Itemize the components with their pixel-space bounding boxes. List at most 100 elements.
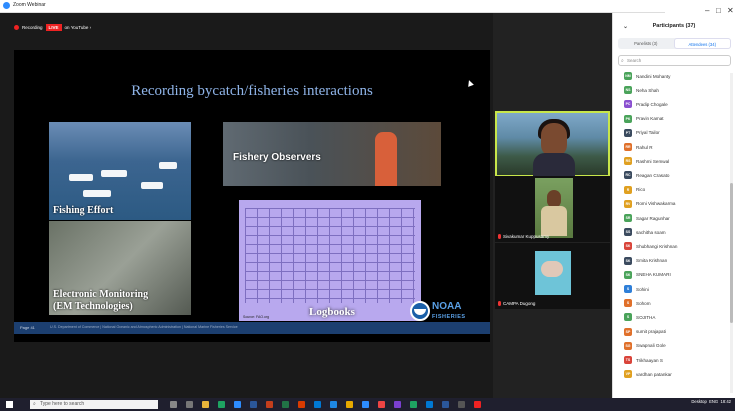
mail-icon[interactable]: [314, 401, 321, 408]
taskbar-search-input[interactable]: ⌕ Type here to search: [30, 400, 158, 409]
acrobat-icon[interactable]: [474, 401, 481, 408]
attendee-avatar: SK: [624, 256, 632, 265]
attendee-name: Rashmi Semwal: [636, 158, 670, 164]
muted-mic-icon: [498, 234, 501, 239]
word-doc-icon[interactable]: [442, 401, 449, 408]
attendee-row[interactable]: S Sohini: [624, 284, 649, 294]
attendee-row[interactable]: SK SNEHA KUMARI: [624, 270, 671, 280]
attendee-avatar: SS: [624, 228, 632, 237]
attendee-avatar: SK: [624, 242, 632, 251]
attendee-row[interactable]: S Sohom: [624, 298, 651, 308]
participant-tabs: Panelists (3) Attendees (34): [618, 38, 731, 49]
attendee-row[interactable]: PK Pravin Kamat: [624, 114, 664, 124]
electronic-monitoring-photo: Electronic Monitoring (EM Technologies): [49, 221, 191, 315]
fishery-observers-photo: Fishery Observers: [223, 122, 441, 186]
powerpoint-icon[interactable]: [266, 401, 273, 408]
attendee-avatar: RC: [624, 171, 632, 180]
tab-attendees[interactable]: Attendees (34): [673, 38, 731, 49]
zoom-taskbar-icon[interactable]: [362, 401, 369, 408]
attendee-row[interactable]: NS Neha Shah: [624, 85, 659, 95]
taskbar-search-placeholder: Type here to search: [40, 401, 85, 407]
attendee-row[interactable]: SR Sagar Ragunhar: [624, 213, 670, 223]
file-explorer-icon[interactable]: [202, 401, 209, 408]
participant-video[interactable]: CAMPA Dugong: [495, 243, 610, 309]
tab-panelists[interactable]: Panelists (3): [618, 38, 674, 49]
attendee-row[interactable]: SP sumit prajapati: [624, 327, 666, 337]
teams-icon[interactable]: [394, 401, 401, 408]
attendee-name: sumit prajapati: [636, 329, 666, 335]
live-platform[interactable]: on YouTube ›: [65, 25, 92, 30]
attendee-name: Pradip Chogale: [636, 101, 668, 107]
attendee-avatar: PT: [624, 128, 632, 137]
slide-footer-text: U.S. Department of Commerce | National O…: [50, 325, 238, 329]
muted-mic-icon: [498, 301, 501, 306]
recording-label: Recording: [22, 25, 43, 30]
tray-time: 18:42: [720, 399, 731, 404]
attendee-avatar: NS: [624, 86, 632, 95]
word-icon[interactable]: [250, 401, 257, 408]
panel-header: ⌄ Participants (37): [613, 23, 735, 35]
attendee-row[interactable]: SG Swapnali Gole: [624, 341, 666, 351]
widget-icon[interactable]: [186, 401, 193, 408]
attendee-name: Rico: [636, 187, 646, 193]
video-thumbnails: Sivakumar Kuppusamy CAMPA Dugong: [493, 13, 612, 398]
slide-page-number: Page 41: [20, 325, 35, 330]
noaa-logo-text: NOAA FISHERIES: [432, 302, 466, 322]
attendee-row[interactable]: VP vardhan patankar: [624, 369, 672, 379]
attendee-row[interactable]: R Rico: [624, 185, 645, 195]
electronic-monitoring-label: Electronic Monitoring (EM Technologies): [53, 289, 148, 313]
attendee-row[interactable]: RV Romi Vishwakarma: [624, 199, 675, 209]
edge-browser-icon[interactable]: [218, 401, 225, 408]
attendee-avatar: RS: [624, 157, 632, 166]
attendee-avatar: TS: [624, 356, 632, 364]
attendee-name: SNEHA KUMARI: [636, 272, 671, 278]
attendee-name: Priyal Tailor: [636, 130, 660, 136]
attendee-row[interactable]: RS Rashmi Semwal: [624, 156, 669, 166]
attendee-name: Rahul R: [636, 144, 653, 150]
office-icon[interactable]: [298, 401, 305, 408]
title-bar: Zoom Webinar: [0, 0, 735, 13]
participant-search-input[interactable]: ⌕ Search: [618, 55, 731, 66]
task-view-icon[interactable]: [170, 401, 177, 408]
telegram-icon[interactable]: [330, 401, 337, 408]
attendee-row[interactable]: PC Pradip Chogale: [624, 99, 668, 109]
attendee-name: Smita Krishnan: [636, 258, 668, 264]
folder-icon[interactable]: [346, 401, 353, 408]
attendee-row[interactable]: RR Rahul R: [624, 142, 653, 152]
attendee-row[interactable]: PT Priyal Tailor: [624, 128, 660, 138]
attendee-row[interactable]: NM Nandini Mohanty: [624, 71, 670, 81]
logbook-source: Source: FAO.org: [243, 315, 270, 319]
chrome-icon[interactable]: [234, 401, 241, 408]
excel-icon[interactable]: [282, 401, 289, 408]
noaa-logo-icon: [410, 301, 430, 321]
video-name: Sivakumar Kuppusamy: [503, 234, 550, 239]
store-icon[interactable]: [426, 401, 433, 408]
participant-scrollbar[interactable]: [730, 73, 733, 393]
app-icon[interactable]: [458, 401, 465, 408]
active-speaker-video[interactable]: [495, 111, 610, 179]
video-name-label: Sivakumar Kuppusamy: [498, 234, 549, 239]
attendee-row[interactable]: TS Trikhaayan S: [624, 355, 663, 365]
chat-icon[interactable]: [410, 401, 417, 408]
attendee-row[interactable]: SS sachitha soam: [624, 227, 666, 237]
system-tray[interactable]: Desktop ENG 18:42: [691, 399, 731, 404]
scrollbar-thumb[interactable]: [730, 183, 733, 323]
search-icon: ⌕: [621, 58, 624, 64]
recording-indicator[interactable]: Recording LIVE on YouTube ›: [14, 22, 91, 33]
attendee-row[interactable]: SK Shubhangi Krishnan: [624, 241, 677, 251]
attendee-name: Sohini: [636, 286, 649, 292]
fishery-observers-label: Fishery Observers: [233, 152, 321, 163]
presentation-slide: Recording bycatch/fisheries interactions…: [14, 50, 490, 342]
attendee-row[interactable]: RC Reagan Crasato: [624, 170, 669, 180]
attendee-avatar: RR: [624, 143, 632, 151]
attendee-row[interactable]: S SOJITHA: [624, 312, 655, 322]
slide-title: Recording bycatch/fisheries interactions: [131, 83, 373, 99]
participant-video[interactable]: Sivakumar Kuppusamy: [495, 176, 610, 242]
collapse-chevron-icon[interactable]: ⌄: [623, 23, 628, 30]
attendee-row[interactable]: SK Smita Krishnan: [624, 256, 667, 266]
attendee-avatar: SK: [624, 270, 632, 279]
attendee-avatar: SP: [624, 327, 632, 336]
participants-panel: ⌄ Participants (37) Panelists (3) Attend…: [612, 13, 735, 398]
windows-start-icon[interactable]: [6, 401, 13, 408]
pdf-reader-icon[interactable]: [378, 401, 385, 408]
